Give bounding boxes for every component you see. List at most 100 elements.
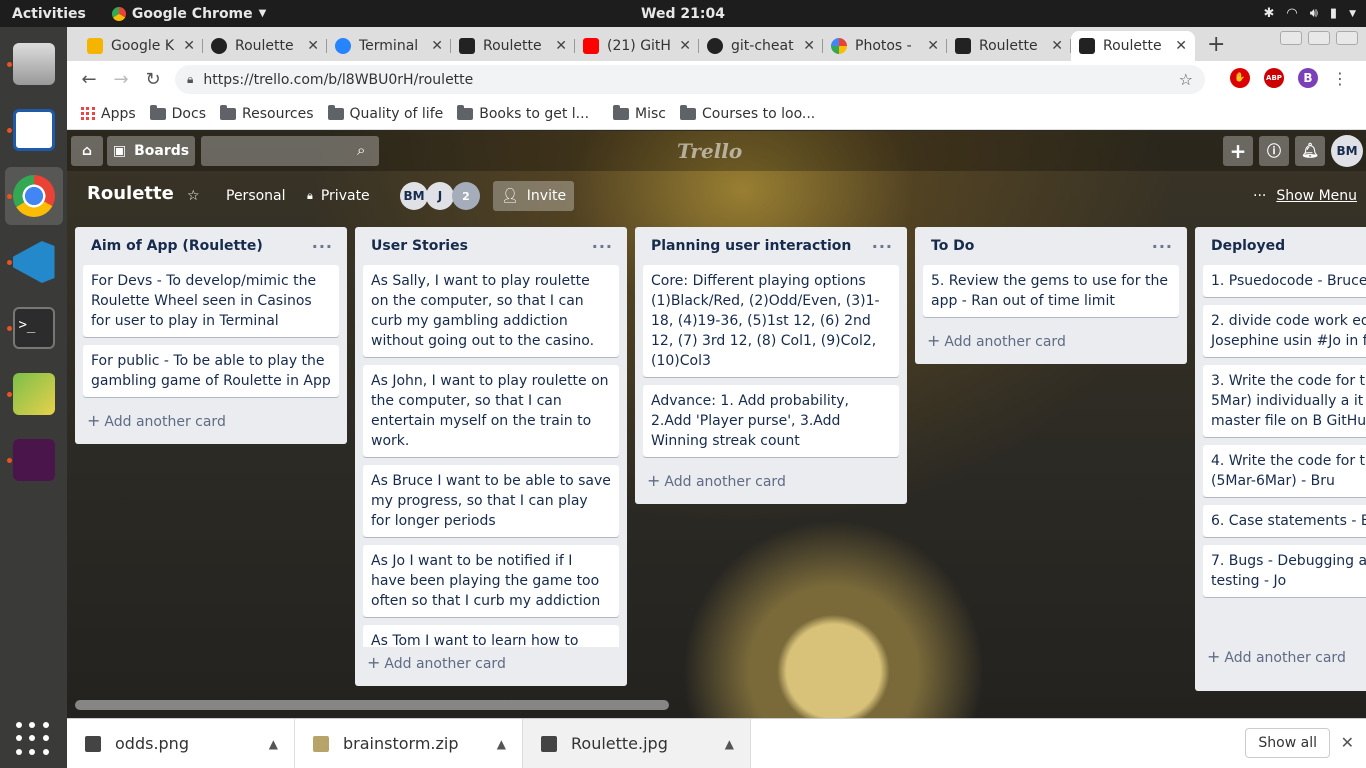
address-bar[interactable]: 🔒︎ https://trello.com/b/l8WBU0rH/roulett… bbox=[175, 65, 1205, 94]
card[interactable]: 1. Psuedocode - Bruce/Jo bbox=[1203, 265, 1366, 297]
card[interactable]: As Bruce I want to be able to save my pr… bbox=[363, 465, 619, 537]
dock-image-viewer[interactable] bbox=[5, 365, 63, 423]
list-title[interactable]: Deployed bbox=[1211, 238, 1285, 254]
list-title[interactable]: Aim of App (Roulette) bbox=[91, 238, 263, 254]
close-icon[interactable]: ✕ bbox=[555, 38, 567, 54]
bookmark-folder[interactable]: Resources bbox=[220, 104, 314, 122]
list[interactable]: Planning user interaction ··· Core: Diff… bbox=[635, 227, 907, 504]
list-title[interactable]: To Do bbox=[931, 238, 974, 254]
show-all-button[interactable]: Show all bbox=[1245, 728, 1330, 758]
search-icon[interactable]: ⌕ bbox=[357, 141, 365, 159]
bookmark-folder[interactable]: Courses to loo... bbox=[680, 104, 815, 122]
profile-avatar[interactable]: B bbox=[1298, 68, 1318, 88]
card[interactable]: 4. Write the code for the A section (5Ma… bbox=[1203, 445, 1366, 497]
browser-tab[interactable]: Roulette ✕ bbox=[947, 31, 1071, 61]
boards-button[interactable]: ▣ Boards bbox=[107, 136, 195, 166]
card[interactable]: As Jo I want to be notified if I have be… bbox=[363, 545, 619, 617]
horizontal-scrollbar[interactable] bbox=[75, 700, 669, 710]
invite-button[interactable]: 👤︎ Invite bbox=[493, 181, 575, 211]
dock-slack[interactable] bbox=[5, 431, 63, 489]
minimize-button[interactable] bbox=[1280, 31, 1302, 45]
list-title[interactable]: User Stories bbox=[371, 238, 468, 254]
notifications-bell-icon[interactable]: 🔔︎ bbox=[1295, 136, 1325, 166]
board-title[interactable]: Roulette bbox=[87, 183, 174, 204]
system-tray[interactable]: ✱ ◠ 🔊︎ ▮ ▼ bbox=[1263, 0, 1356, 27]
card[interactable]: Core: Different playing options (1)Black… bbox=[643, 265, 899, 377]
bookmark-folder[interactable]: Books to get l... bbox=[457, 104, 589, 122]
list-header[interactable]: To Do ··· bbox=[923, 227, 1179, 265]
add-card-button[interactable]: + Add another card bbox=[83, 405, 339, 436]
download-item[interactable]: Roulette.jpg ▲ bbox=[523, 718, 751, 768]
download-item[interactable]: odds.png ▲ bbox=[67, 718, 295, 768]
more-vert-icon[interactable]: ⋮ bbox=[1332, 69, 1348, 88]
star-icon[interactable]: ☆ bbox=[187, 181, 200, 211]
add-card-button[interactable]: + Add another card bbox=[1203, 641, 1366, 672]
card[interactable]: 2. divide code work equa Bruce and Josep… bbox=[1203, 305, 1366, 357]
back-button[interactable]: ← bbox=[73, 69, 105, 90]
more-horiz-icon[interactable]: ··· bbox=[312, 237, 333, 256]
list-header[interactable]: Planning user interaction ··· bbox=[643, 227, 899, 265]
search-input[interactable] bbox=[201, 136, 379, 166]
member-avatar[interactable]: BM bbox=[400, 182, 428, 210]
trello-logo[interactable]: Trello bbox=[677, 139, 742, 163]
card[interactable]: 7. Bugs - Debugging and user testing - J… bbox=[1203, 545, 1366, 597]
activities-button[interactable]: Activities bbox=[0, 6, 98, 22]
list-header[interactable]: Deployed bbox=[1203, 227, 1366, 265]
forward-button[interactable]: → bbox=[105, 69, 137, 90]
card[interactable]: For Devs - To develop/mimic the Roulette… bbox=[83, 265, 339, 337]
close-icon[interactable]: ✕ bbox=[1341, 733, 1354, 752]
card[interactable]: For public - To be able to play the gamb… bbox=[83, 345, 339, 397]
adblock-plus-icon[interactable]: ABP bbox=[1264, 68, 1284, 88]
user-avatar[interactable]: BM bbox=[1331, 135, 1363, 167]
list-cards[interactable]: As Sally, I want to play roulette on the… bbox=[363, 265, 619, 647]
show-menu-button[interactable]: ··· Show Menu bbox=[1253, 181, 1357, 211]
close-icon[interactable]: ✕ bbox=[183, 38, 195, 54]
list-title[interactable]: Planning user interaction bbox=[651, 238, 851, 254]
more-horiz-icon[interactable]: ··· bbox=[1152, 237, 1173, 256]
download-item[interactable]: brainstorm.zip ▲ bbox=[295, 718, 523, 768]
create-button[interactable]: + bbox=[1223, 136, 1253, 166]
close-window-button[interactable] bbox=[1336, 31, 1358, 45]
list-header[interactable]: Aim of App (Roulette) ··· bbox=[83, 227, 339, 265]
home-button[interactable]: ⌂ bbox=[71, 136, 103, 166]
more-horiz-icon[interactable]: ··· bbox=[592, 237, 613, 256]
bookmark-folder[interactable]: Docs bbox=[149, 104, 206, 122]
card[interactable]: 5. Review the gems to use for the app - … bbox=[923, 265, 1179, 317]
close-icon[interactable]: ✕ bbox=[679, 38, 691, 54]
browser-tab[interactable]: git-cheat ✕ bbox=[699, 31, 823, 61]
dock-vscode[interactable] bbox=[5, 233, 63, 291]
more-horiz-icon[interactable]: ··· bbox=[872, 237, 893, 256]
member-avatar[interactable]: J bbox=[426, 182, 454, 210]
app-menu[interactable]: Google Chrome ▼ bbox=[111, 6, 266, 22]
reload-button[interactable]: ↻ bbox=[137, 69, 169, 90]
info-icon[interactable]: ⓘ bbox=[1259, 136, 1289, 166]
show-applications-icon[interactable] bbox=[16, 722, 50, 756]
bookmark-star-icon[interactable]: ☆ bbox=[1179, 70, 1193, 89]
bookmark-apps[interactable]: Apps bbox=[81, 106, 136, 122]
browser-tab[interactable]: Google K ✕ bbox=[79, 31, 203, 61]
list-cards[interactable]: 1. Psuedocode - Bruce/Jo 2. divide code … bbox=[1203, 265, 1366, 641]
close-icon[interactable]: ✕ bbox=[307, 38, 319, 54]
team-button[interactable]: Personal bbox=[226, 181, 286, 211]
more-members-badge[interactable]: 2 bbox=[452, 182, 480, 210]
dock-terminal[interactable]: >_ bbox=[5, 299, 63, 357]
list[interactable]: Aim of App (Roulette) ··· For Devs - To … bbox=[75, 227, 347, 444]
slack-tray-icon[interactable]: ✱ bbox=[1263, 6, 1274, 21]
add-card-button[interactable]: + Add another card bbox=[643, 465, 899, 496]
close-icon[interactable]: ✕ bbox=[927, 38, 939, 54]
maximize-button[interactable] bbox=[1308, 31, 1330, 45]
card[interactable]: As Sally, I want to play roulette on the… bbox=[363, 265, 619, 357]
browser-tab-active[interactable]: Roulette ✕ bbox=[1071, 31, 1195, 61]
list[interactable]: Deployed 1. Psuedocode - Bruce/Jo 2. div… bbox=[1195, 227, 1366, 691]
bookmark-folder[interactable]: Quality of life bbox=[327, 104, 443, 122]
extension-icon[interactable]: ✋ bbox=[1230, 68, 1250, 88]
card[interactable]: 6. Case statements - Bru bbox=[1203, 505, 1366, 537]
close-icon[interactable]: ✕ bbox=[1051, 38, 1063, 54]
browser-tab[interactable]: Terminal ✕ bbox=[327, 31, 451, 61]
card[interactable]: As John, I want to play roulette on the … bbox=[363, 365, 619, 457]
close-icon[interactable]: ✕ bbox=[803, 38, 815, 54]
chevron-up-icon[interactable]: ▲ bbox=[269, 737, 278, 751]
add-card-button[interactable]: + Add another card bbox=[363, 647, 619, 678]
new-tab-button[interactable]: + bbox=[1207, 32, 1225, 61]
bookmark-folder[interactable]: Misc bbox=[613, 104, 666, 122]
